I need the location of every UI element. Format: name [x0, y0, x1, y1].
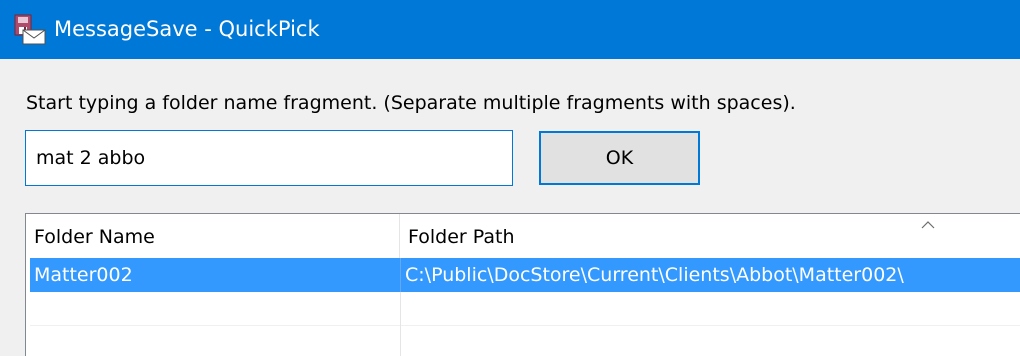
- folder-search-input[interactable]: [25, 130, 513, 186]
- column-header-folder-name[interactable]: Folder Name: [26, 214, 400, 258]
- sort-ascending-chevron-icon: [921, 221, 935, 229]
- empty-path-cell: [400, 292, 1020, 326]
- folder-path-cell: C:\Public\DocStore\Current\Clients\Abbot…: [400, 258, 1020, 292]
- window-title: MessageSave - QuickPick: [54, 17, 320, 41]
- list-row-empty: [30, 326, 1020, 356]
- folder-name-cell: Matter002: [34, 264, 133, 286]
- ok-button[interactable]: OK: [539, 131, 700, 185]
- instruction-text: Start typing a folder name fragment. (Se…: [26, 92, 796, 114]
- messagesave-envelope-icon: [14, 14, 46, 45]
- list-row-matter002[interactable]: Matter002 C:\Public\DocStore\Current\Cli…: [30, 258, 1020, 292]
- list-header: Folder Name Folder Path: [26, 214, 1020, 258]
- folder-list[interactable]: Folder Name Folder Path Matter002 C:\Pub…: [25, 213, 1020, 356]
- title-bar[interactable]: MessageSave - QuickPick: [0, 0, 1020, 59]
- list-row-empty: [30, 292, 1020, 326]
- empty-path-cell: [400, 326, 1020, 356]
